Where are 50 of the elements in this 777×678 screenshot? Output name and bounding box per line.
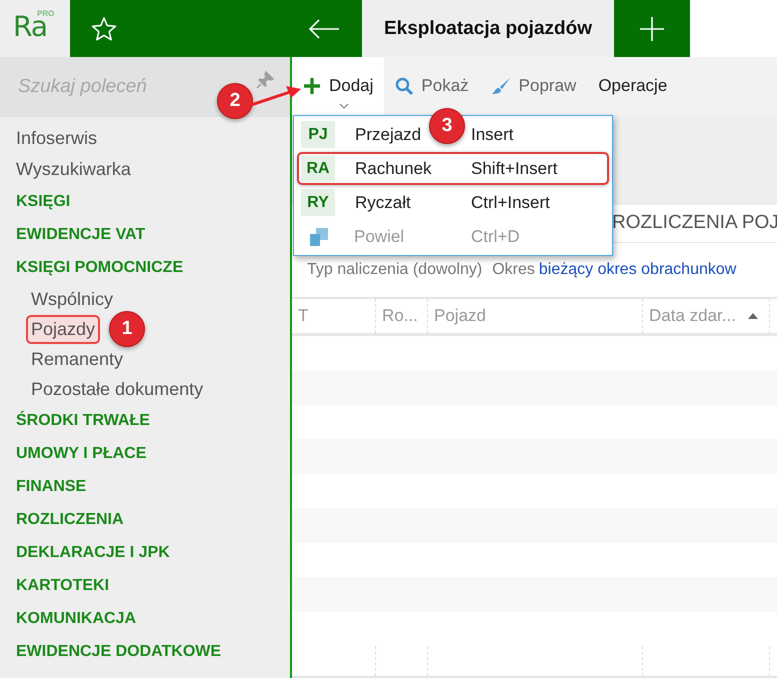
section-title: ROZLICZENIA POJ [612, 212, 777, 234]
sidebar-section[interactable]: EWIDENCJE DODATKOWE [16, 635, 290, 668]
sidebar-item[interactable]: Infoserwis [16, 123, 290, 154]
sidebar-item[interactable]: Wspólnicy [26, 284, 118, 314]
plus-icon[interactable] [639, 16, 665, 42]
sidebar-item[interactable]: Pojazdy [26, 314, 100, 344]
sidebar-section[interactable]: KSIĘGI [16, 185, 290, 218]
code-badge: RY [301, 189, 335, 216]
shortcut-label: Shift+Insert [471, 158, 558, 178]
sidebar-section[interactable]: KARTOTEKI [16, 569, 290, 602]
menu-item[interactable]: Przejazd [355, 124, 422, 144]
period-link[interactable]: bieżący okres obrachunkow [538, 261, 736, 280]
sidebar-section[interactable]: DEKLARACJE I JPK [16, 536, 290, 569]
toolbar-button[interactable]: Popraw [480, 57, 588, 115]
sidebar-section[interactable]: EWIDENCJE VAT [16, 218, 290, 251]
shortcut-label: Insert [471, 124, 515, 144]
brush-icon [490, 76, 511, 95]
menu-item[interactable]: Rachunek [355, 158, 432, 178]
toolbar-button[interactable]: Operacje [587, 57, 678, 115]
column-header[interactable]: Data zdar... [643, 299, 770, 334]
sidebar-section[interactable]: KSIĘGI POMOCNICZE [16, 251, 290, 284]
shortcut-label: Ctrl+Insert [471, 192, 551, 212]
caret-icon [339, 102, 349, 109]
code-badge: RA [301, 155, 335, 182]
sidebar-section[interactable]: ROZLICZENIA [16, 503, 290, 536]
sidebar-section[interactable]: FINANSE [16, 470, 290, 503]
annotation-arrow [246, 84, 302, 108]
code-badge: PJ [301, 121, 335, 148]
sidebar-item[interactable]: Wyszukiwarka [16, 154, 290, 185]
edition-label: PRO [37, 9, 54, 18]
sidebar-section[interactable]: KOMUNIKACJA [16, 602, 290, 635]
period-label: Okres [492, 261, 535, 280]
column-header[interactable]: T [292, 299, 376, 334]
column-header[interactable]: Ro... [376, 299, 428, 334]
sidebar-section[interactable]: ŚRODKI TRWAŁE [16, 404, 290, 437]
tab[interactable]: Eksploatacja pojazdów [362, 0, 614, 57]
toolbar-button[interactable]: Dodaj [292, 57, 384, 115]
column-header[interactable]: Pojazd [428, 299, 643, 334]
search-icon [395, 76, 414, 95]
sidebar-item[interactable]: Pozostałe dokumenty [26, 374, 208, 404]
plus-icon [303, 76, 321, 95]
back-arrow-icon[interactable] [308, 18, 340, 38]
star-icon[interactable] [91, 16, 117, 42]
menu-item[interactable]: Ryczałt [355, 192, 411, 212]
filter-link[interactable]: Typ naliczenia (dowolny) [307, 261, 482, 280]
copy-icon [309, 226, 329, 246]
pin-icon[interactable] [256, 71, 274, 89]
shortcut-label: Ctrl+D [471, 226, 521, 246]
sidebar-item[interactable]: Remanenty [26, 344, 128, 374]
sidebar-section[interactable]: UMOWY I PŁACE [16, 437, 290, 470]
